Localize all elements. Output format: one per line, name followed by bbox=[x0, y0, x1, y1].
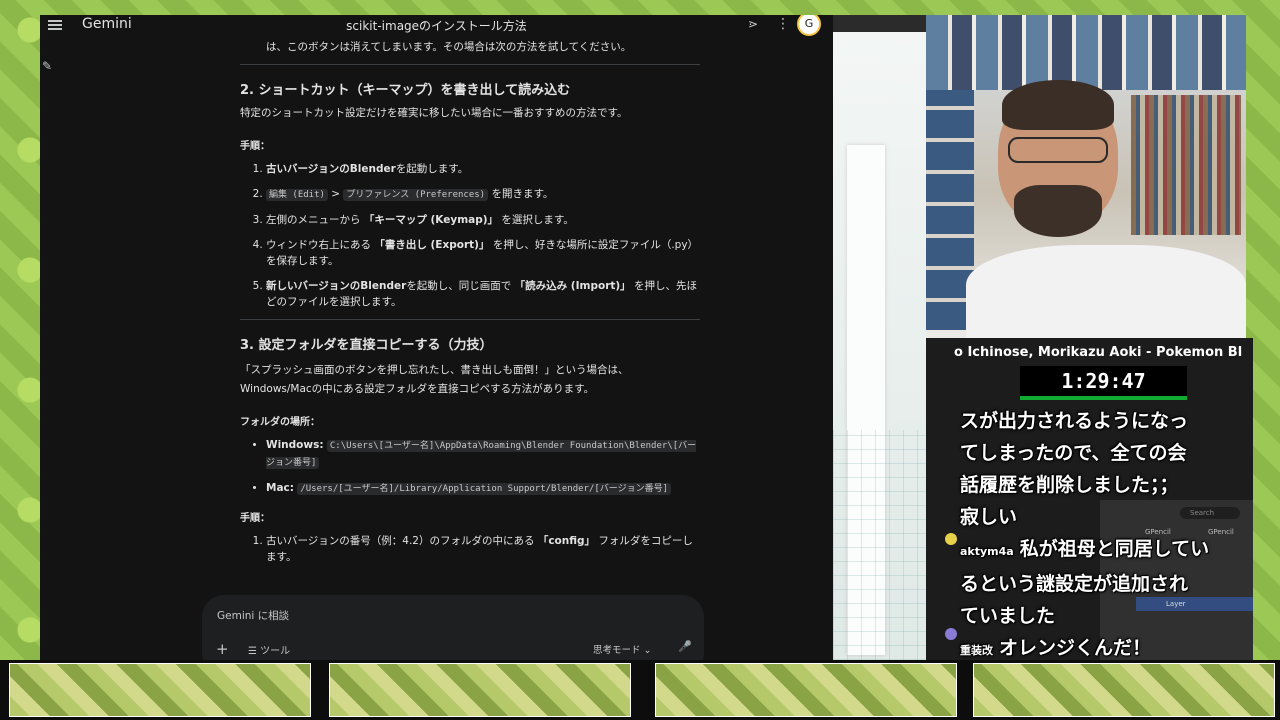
inline-code: 編集 (Edit) bbox=[266, 189, 328, 201]
webcam-feed bbox=[926, 15, 1246, 338]
person-hair bbox=[1002, 80, 1114, 130]
step-text: 古いバージョンの番号（例：4.2）のフォルダの中にある bbox=[266, 535, 538, 547]
os-label: Mac: bbox=[266, 482, 294, 494]
step-bold: 古いバージョンのBlender bbox=[266, 163, 396, 175]
chat-line: スが出力されるようになっ bbox=[960, 405, 1250, 437]
section3-intro-2: Windows/Macの中にある設定フォルダを直接コピペする方法があります。 bbox=[240, 383, 595, 395]
section2-steps-label: 手順： bbox=[240, 141, 270, 152]
step-bold: 「読み込み (Import)」 bbox=[514, 280, 631, 292]
list-item: 編集 (Edit) > プリファレンス (Preferences) を開きます。 bbox=[266, 186, 700, 203]
list-item: 古いバージョンのBlenderを起動します。 bbox=[266, 161, 700, 177]
conversation-title: scikit-imageのインストール方法 bbox=[346, 19, 527, 33]
chat-username: 重装改 bbox=[960, 644, 993, 657]
step-text: を開きます。 bbox=[488, 188, 554, 200]
bottom-frame bbox=[973, 663, 1275, 717]
inline-code: C:\Users\[ユーザー名]\AppData\Roaming\Blender… bbox=[266, 440, 697, 469]
step-bold: 「キーマップ (Keymap)」 bbox=[363, 214, 499, 226]
bottom-frame bbox=[329, 663, 631, 717]
chat-line: 話履歴を削除しました；； bbox=[960, 469, 1250, 501]
chat-line: aktym4a 私が祖母と同居してい bbox=[960, 533, 1250, 568]
prompt-input[interactable]: Gemini に相談 bbox=[217, 608, 289, 623]
bottom-frame bbox=[655, 663, 957, 717]
share-icon[interactable]: ⋗ bbox=[748, 17, 762, 31]
chat-text: 寂しい bbox=[960, 506, 1018, 528]
tools-button[interactable]: ☰ ツール bbox=[248, 642, 290, 657]
section2-intro: 特定のショートカット設定だけを確実に移したい場合に一番おすすめの方法です。 bbox=[240, 107, 628, 119]
step-bold: 「config」 bbox=[537, 535, 596, 547]
list-item: Windows: C:\Users\[ユーザー名]\AppData\Roamin… bbox=[266, 437, 700, 471]
gemini-topbar: Gemini scikit-imageのインストール方法 ⋗ ⋮ G bbox=[40, 15, 833, 36]
chat-avatar-icon bbox=[945, 533, 957, 545]
chat-avatar-icon bbox=[945, 628, 957, 640]
mic-icon[interactable]: 🎤 bbox=[678, 640, 692, 653]
mode-selector[interactable]: 思考モード ⌄ bbox=[593, 642, 652, 656]
edit-icon[interactable]: ✎ bbox=[42, 59, 56, 73]
blender-header bbox=[833, 15, 926, 32]
chat-overlay: スが出力されるようになっ てしまったので、全ての会 話履歴を削除しました；； 寂… bbox=[960, 405, 1250, 667]
section3-heading: 3. 設定フォルダを直接コピーする（力技） bbox=[240, 338, 493, 353]
previous-text: は、このボタンは消えてしまいます。その場合は次の方法を試してください。 bbox=[266, 41, 632, 53]
step-bold: 新しいバージョンのBlender bbox=[266, 280, 407, 292]
gemini-window: Gemini scikit-imageのインストール方法 ⋗ ⋮ G ✎ は、こ… bbox=[40, 15, 833, 660]
folder-label: フォルダの場所： bbox=[240, 417, 320, 428]
chat-username: aktym4a bbox=[960, 545, 1014, 558]
chat-text: 話履歴を削除しました；； bbox=[960, 474, 1179, 496]
divider bbox=[240, 64, 700, 65]
chat-line: ていました bbox=[960, 600, 1250, 632]
person-shirt bbox=[966, 245, 1246, 338]
bottom-frame bbox=[9, 663, 311, 717]
chat-text: スが出力されるようになっ bbox=[960, 410, 1189, 432]
step-text: 左側のメニューから bbox=[266, 214, 364, 226]
mode-label: 思考モード bbox=[593, 645, 641, 656]
response-content: は、このボタンは消えてしまいます。その場合は次の方法を試してください。 2. シ… bbox=[240, 39, 700, 565]
person-glasses bbox=[1008, 137, 1108, 163]
wall-posters bbox=[926, 15, 1246, 90]
blender-grid-floor bbox=[833, 430, 926, 660]
list-item: 古いバージョンの番号（例：4.2）のフォルダの中にある 「config」 フォル… bbox=[266, 533, 700, 565]
chat-line: てしまったので、全ての会 bbox=[960, 437, 1250, 469]
section3-intro-1: 「スプラッシュ画面のボタンを押し忘れたし、書き出しも面倒！」という場合は、 bbox=[240, 364, 629, 376]
plus-icon[interactable]: + bbox=[216, 640, 229, 658]
chevron-down-icon: ⌄ bbox=[643, 645, 652, 656]
inline-code: /Users/[ユーザー名]/Library/Application Suppo… bbox=[297, 483, 672, 495]
composer: Gemini に相談 + ☰ ツール 思考モード ⌄ 🎤 bbox=[202, 595, 704, 660]
person-beard bbox=[1014, 185, 1102, 237]
chat-text: てしまったので、全ての会 bbox=[960, 442, 1187, 464]
now-playing-title: o Ichinose, Morikazu Aoki - Pokemon Bl bbox=[954, 345, 1243, 360]
step-text: を選択します。 bbox=[498, 214, 574, 226]
section2-steps: 古いバージョンのBlenderを起動します。 編集 (Edit) > プリファレ… bbox=[240, 161, 700, 310]
step-text: を起動します。 bbox=[395, 163, 469, 175]
chat-text: ていました bbox=[960, 605, 1056, 627]
stream-timer: 1:29:47 bbox=[1020, 366, 1187, 396]
chat-line: るという謎設定が追加され bbox=[960, 568, 1250, 600]
chat-line: 寂しい bbox=[960, 501, 1250, 533]
list-item: 左側のメニューから 「キーマップ (Keymap)」 を選択します。 bbox=[266, 212, 700, 228]
step-bold: 「書き出し (Export)」 bbox=[374, 239, 490, 251]
list-item: ウィンドウ右上にある 「書き出し (Export)」 を押し、好きな場所に設定フ… bbox=[266, 237, 700, 269]
step-text: > bbox=[327, 188, 344, 200]
list-item: Mac: /Users/[ユーザー名]/Library/Application … bbox=[266, 480, 700, 497]
section2-heading: 2. ショートカット（キーマップ）を書き出して読み込む bbox=[240, 83, 571, 98]
chat-text: オレンジくんだ！ bbox=[999, 637, 1152, 659]
os-label: Windows: bbox=[266, 439, 324, 451]
inline-code: プリファレンス (Preferences) bbox=[343, 189, 489, 201]
more-vertical-icon[interactable]: ⋮ bbox=[776, 16, 790, 32]
divider bbox=[240, 319, 700, 320]
step-text: ウィンドウ右上にある bbox=[266, 239, 375, 251]
tools-label: ツール bbox=[260, 646, 291, 657]
step-text: を起動し、同じ画面で bbox=[406, 280, 515, 292]
list-item: 新しいバージョンのBlenderを起動し、同じ画面で 「読み込み (Import… bbox=[266, 278, 700, 310]
chat-text: 私が祖母と同居してい bbox=[1019, 538, 1210, 560]
section3-steps-label: 手順： bbox=[240, 513, 270, 524]
section3-steps: 古いバージョンの番号（例：4.2）のフォルダの中にある 「config」 フォル… bbox=[240, 533, 700, 565]
folder-list: Windows: C:\Users\[ユーザー名]\AppData\Roamin… bbox=[240, 437, 700, 497]
timer-bar bbox=[1020, 396, 1187, 400]
chat-text: るという謎設定が追加され bbox=[960, 573, 1189, 595]
bookshelf bbox=[1131, 95, 1241, 235]
